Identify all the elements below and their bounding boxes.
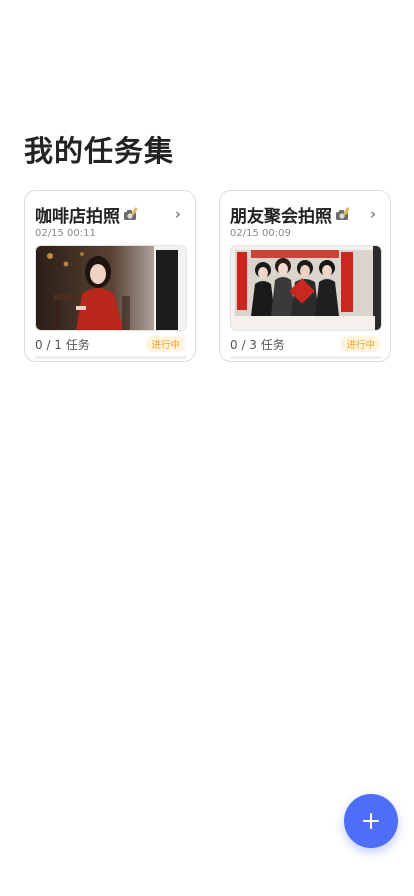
add-task-set-button[interactable]: [344, 794, 398, 848]
card-title: 朋友聚会拍照: [230, 206, 332, 227]
card-title-row: 朋友聚会拍照: [230, 202, 350, 227]
progress-text: 0 / 3 任务: [230, 337, 285, 352]
card-cover-photo: [35, 245, 187, 331]
screen: 我的任务集 咖啡店拍照 › 02/15 00:11 0 / 1 任务 进行中 朋…: [0, 0, 414, 896]
task-set-grid: 咖啡店拍照 › 02/15 00:11 0 / 1 任务 进行中 朋友聚会拍照 …: [24, 190, 391, 362]
card-cover-photo: [230, 245, 382, 331]
card-footer: 0 / 3 任务 进行中: [230, 335, 380, 353]
card-header: 朋友聚会拍照 ›: [230, 202, 380, 227]
camera-emoji-icon: [122, 206, 138, 222]
status-badge: 进行中: [341, 336, 380, 352]
task-set-card-coffee[interactable]: 咖啡店拍照 › 02/15 00:11 0 / 1 任务 进行中: [24, 190, 196, 362]
card-title-row: 咖啡店拍照: [35, 202, 138, 227]
task-set-card-party[interactable]: 朋友聚会拍照 › 02/15 00:09 0 / 3 任务 进行中: [219, 190, 391, 362]
camera-emoji-icon: [334, 206, 350, 222]
card-title: 咖啡店拍照: [35, 206, 120, 227]
card-header: 咖啡店拍照 ›: [35, 202, 185, 227]
card-date: 02/15 00:11: [35, 228, 96, 239]
chevron-right-icon[interactable]: ›: [171, 205, 185, 223]
plus-icon: [363, 813, 379, 829]
page-title: 我的任务集: [24, 134, 175, 168]
card-date: 02/15 00:09: [230, 228, 291, 239]
progress-bar: [230, 356, 382, 359]
chevron-right-icon[interactable]: ›: [366, 205, 380, 223]
status-badge: 进行中: [146, 336, 185, 352]
progress-text: 0 / 1 任务: [35, 337, 90, 352]
card-footer: 0 / 1 任务 进行中: [35, 335, 185, 353]
progress-bar: [35, 356, 187, 359]
